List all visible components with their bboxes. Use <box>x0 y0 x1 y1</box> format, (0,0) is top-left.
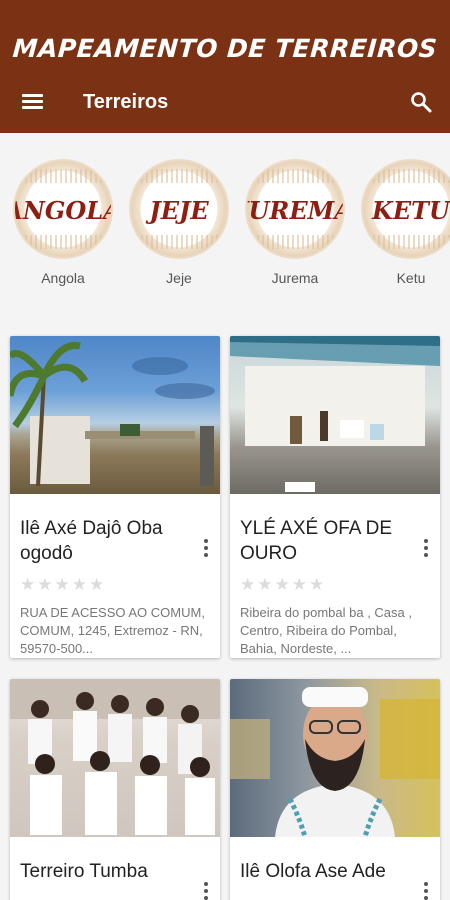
category-label: Jeje <box>166 270 192 286</box>
star-icon: ★ <box>71 575 87 594</box>
category-jeje[interactable]: JEJE Jeje <box>129 159 229 286</box>
terreiro-card[interactable]: Terreiro Tumba <box>10 679 220 900</box>
rating-stars[interactable]: ★ ★ ★ ★ ★ <box>240 576 430 594</box>
menu-icon <box>22 94 43 97</box>
terreiro-address: RUA DE ACESSO AO COMUM, COMUM, 1245, Ext… <box>20 605 205 656</box>
star-icon: ★ <box>54 575 70 594</box>
terreiro-photo <box>230 336 440 494</box>
category-badge-text: JEJE <box>149 196 209 225</box>
card-menu-button[interactable] <box>200 537 212 559</box>
terreiro-name: YLÉ AXÉ OFA DE OURO <box>240 518 393 564</box>
terreiro-name: Ilê Axé Dajô Oba ogodô <box>20 518 163 564</box>
page-title: Terreiros <box>83 91 169 113</box>
star-icon: ★ <box>89 575 105 594</box>
category-ketu[interactable]: KETU Ketu <box>361 159 450 286</box>
terreiro-name: Ilê Olofa Ase Ade <box>240 861 386 882</box>
terreiro-photo <box>10 336 220 494</box>
search-button[interactable] <box>405 86 437 118</box>
category-angola[interactable]: ANGOLA Angola <box>13 159 113 286</box>
category-badge-text: KETU <box>372 196 450 225</box>
card-menu-button[interactable] <box>420 880 432 900</box>
star-icon: ★ <box>309 575 325 594</box>
terreiro-name: Terreiro Tumba <box>20 861 148 882</box>
app-brand-title: MAPEAMENTO DE TERREIROS <box>11 34 439 63</box>
category-badge-text: JUREMA <box>247 196 343 225</box>
star-icon: ★ <box>291 575 307 594</box>
category-badge: JUREMA <box>245 159 345 259</box>
terreiro-card[interactable]: Ilê Axé Dajô Oba ogodô ★ ★ ★ ★ ★ RUA DE ACES… <box>10 336 220 658</box>
terreiro-card[interactable]: YLÉ AXÉ OFA DE OURO ★ ★ ★ ★ ★ Ribeira do pom… <box>230 336 440 658</box>
star-icon: ★ <box>37 575 53 594</box>
category-badge-text: ANGOLA <box>15 196 111 225</box>
search-icon <box>411 92 432 113</box>
category-label: Ketu <box>396 270 426 286</box>
category-label: Angola <box>41 270 85 286</box>
card-menu-button[interactable] <box>420 537 432 559</box>
terreiro-grid[interactable]: Ilê Axé Dajô Oba ogodô ★ ★ ★ ★ ★ RUA DE ACES… <box>0 305 450 900</box>
category-badge: KETU <box>361 159 450 259</box>
app-header: MAPEAMENTO DE TERREIROS Terreiros <box>0 0 450 133</box>
star-icon: ★ <box>20 575 36 594</box>
star-icon: ★ <box>274 575 290 594</box>
menu-button[interactable] <box>18 88 48 114</box>
star-icon: ★ <box>240 575 256 594</box>
star-icon: ★ <box>257 575 273 594</box>
terreiro-photo <box>230 679 440 837</box>
app-screen: MAPEAMENTO DE TERREIROS Terreiros ANGOLA… <box>0 0 450 900</box>
terreiro-card[interactable]: Ilê Olofa Ase Ade <box>230 679 440 900</box>
terreiro-photo <box>10 679 220 837</box>
category-badge: JEJE <box>129 159 229 259</box>
category-badge: ANGOLA <box>13 159 113 259</box>
terreiro-address: Ribeira do pombal ba , Casa , Centro, Ri… <box>240 605 412 656</box>
category-jurema[interactable]: JUREMA Jurema <box>245 159 345 286</box>
rating-stars[interactable]: ★ ★ ★ ★ ★ <box>20 576 210 594</box>
category-carousel[interactable]: ANGOLA Angola JEJE Jeje JUREMA Jurema KE… <box>0 133 450 305</box>
category-label: Jurema <box>271 270 319 286</box>
card-menu-button[interactable] <box>200 880 212 900</box>
